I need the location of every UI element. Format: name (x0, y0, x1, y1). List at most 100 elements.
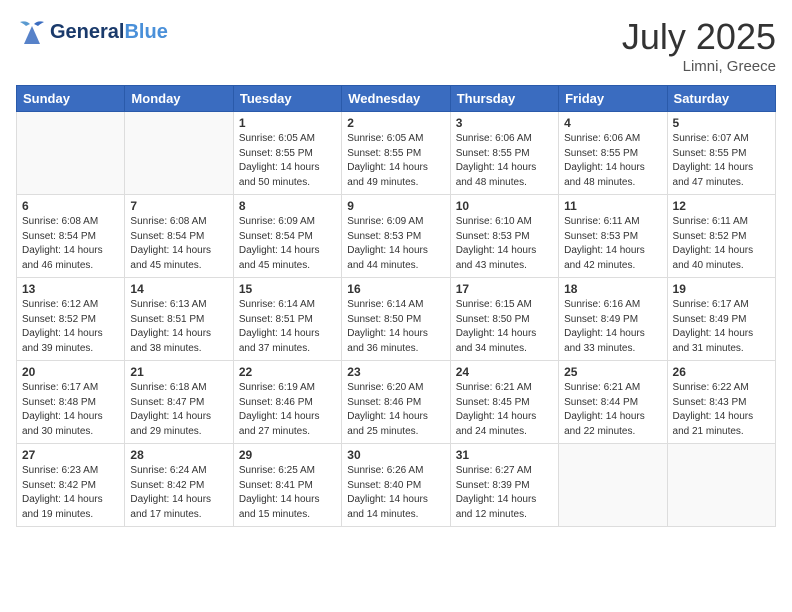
day-number: 20 (22, 365, 119, 379)
calendar-day-cell (667, 444, 775, 527)
day-number: 23 (347, 365, 444, 379)
day-number: 6 (22, 199, 119, 213)
day-number: 12 (673, 199, 770, 213)
day-of-week-header: Saturday (667, 86, 775, 112)
calendar-day-cell: 3 Sunrise: 6:06 AMSunset: 8:55 PMDaylight… (450, 112, 558, 195)
logo: General Blue (16, 16, 168, 48)
calendar-week-row: 6 Sunrise: 6:08 AMSunset: 8:54 PMDaylight… (17, 195, 776, 278)
calendar-day-cell: 22Sunrise: 6:19 AMSunset: 8:46 PMDayligh… (233, 361, 341, 444)
calendar-day-cell: 2Sunrise: 6:05 AMSunset: 8:55 PMDaylight… (342, 112, 450, 195)
day-number: 26 (673, 365, 770, 379)
day-number: 19 (673, 282, 770, 296)
day-number: 8 (239, 199, 336, 213)
day-info: Sunrise: 6:08 AMSunset: 8:54 PMDaylight:… (130, 215, 227, 273)
day-info: Sunrise: 6:20 AMSunset: 8:46 PMDaylight:… (347, 381, 444, 439)
calendar-day-cell: 20 Sunrise: 6:17 AMSunset: 8:48 PMDayligh… (17, 361, 125, 444)
day-of-week-header: Tuesday (233, 86, 341, 112)
day-number: 16 (347, 282, 444, 296)
day-info: Sunrise: 6:19 AMSunset: 8:46 PMDaylight:… (239, 381, 336, 439)
day-info: Sunrise: 6:24 AMSunset: 8:42 PMDaylight:… (130, 464, 227, 522)
day-info: Sunrise: 6:22 AMSunset: 8:43 PMDaylight:… (673, 381, 770, 439)
calendar-day-cell (125, 112, 233, 195)
day-number: 5 (673, 116, 770, 130)
calendar-table: SundayMondayTuesdayWednesdayThursdayFrid… (16, 85, 776, 527)
calendar-day-cell: 5 Sunrise: 6:07 AMSunset: 8:55 PMDaylight… (667, 112, 775, 195)
calendar-week-row: 20 Sunrise: 6:17 AMSunset: 8:48 PMDayligh… (17, 361, 776, 444)
month-year-title: July 2025 (622, 16, 776, 58)
day-info: Sunrise: 6:14 AMSunset: 8:50 PMDaylight:… (347, 298, 444, 356)
calendar-day-cell: 29 Sunrise: 6:25 AMSunset: 8:41 PMDayligh… (233, 444, 341, 527)
logo-general-text: General (50, 21, 124, 44)
day-info: Sunrise: 6:11 AMSunset: 8:52 PMDaylight:… (673, 215, 770, 273)
day-info: Sunrise: 6:26 AMSunset: 8:40 PMDaylight:… (347, 464, 444, 522)
day-number: 30 (347, 448, 444, 462)
calendar-day-cell: 14 Sunrise: 6:13 AMSunset: 8:51 PMDayligh… (125, 278, 233, 361)
day-info: Sunrise: 6:12 AMSunset: 8:52 PMDaylight:… (22, 298, 119, 356)
day-number: 4 (564, 116, 661, 130)
day-info: Sunrise: 6:14 AMSunset: 8:51 PMDaylight:… (239, 298, 336, 356)
day-info: Sunrise: 6:16 AMSunset: 8:49 PMDaylight:… (564, 298, 661, 356)
day-number: 10 (456, 199, 553, 213)
day-info: Sunrise: 6:21 AMSunset: 8:45 PMDaylight:… (456, 381, 553, 439)
day-info: Sunrise: 6:17 AMSunset: 8:48 PMDaylight:… (22, 381, 119, 439)
day-info: Sunrise: 6:25 AMSunset: 8:41 PMDaylight:… (239, 464, 336, 522)
day-info: Sunrise: 6:21 AMSunset: 8:44 PMDaylight:… (564, 381, 661, 439)
calendar-day-cell: 15Sunrise: 6:14 AMSunset: 8:51 PMDayligh… (233, 278, 341, 361)
calendar-day-cell: 7Sunrise: 6:08 AMSunset: 8:54 PMDaylight… (125, 195, 233, 278)
calendar-day-cell: 26 Sunrise: 6:22 AMSunset: 8:43 PMDayligh… (667, 361, 775, 444)
day-of-week-header: Thursday (450, 86, 558, 112)
day-number: 27 (22, 448, 119, 462)
day-number: 17 (456, 282, 553, 296)
calendar-day-cell: 30 Sunrise: 6:26 AMSunset: 8:40 PMDayligh… (342, 444, 450, 527)
calendar-day-cell (17, 112, 125, 195)
calendar-header-row: SundayMondayTuesdayWednesdayThursdayFrid… (17, 86, 776, 112)
calendar-week-row: 27 Sunrise: 6:23 AMSunset: 8:42 PMDayligh… (17, 444, 776, 527)
day-info: Sunrise: 6:13 AMSunset: 8:51 PMDaylight:… (130, 298, 227, 356)
calendar-day-cell: 13 Sunrise: 6:12 AMSunset: 8:52 PMDayligh… (17, 278, 125, 361)
day-number: 28 (130, 448, 227, 462)
calendar-day-cell: 8 Sunrise: 6:09 AMSunset: 8:54 PMDaylight… (233, 195, 341, 278)
day-info: Sunrise: 6:15 AMSunset: 8:50 PMDaylight:… (456, 298, 553, 356)
day-info: Sunrise: 6:18 AMSunset: 8:47 PMDaylight:… (130, 381, 227, 439)
calendar-day-cell: 23 Sunrise: 6:20 AMSunset: 8:46 PMDayligh… (342, 361, 450, 444)
day-number: 18 (564, 282, 661, 296)
day-info: Sunrise: 6:09 AMSunset: 8:54 PMDaylight:… (239, 215, 336, 273)
calendar-day-cell: 12 Sunrise: 6:11 AMSunset: 8:52 PMDayligh… (667, 195, 775, 278)
day-info: Sunrise: 6:27 AMSunset: 8:39 PMDaylight:… (456, 464, 553, 522)
day-info: Sunrise: 6:05 AMSunset: 8:55 PMDaylight:… (239, 132, 336, 190)
day-info: Sunrise: 6:10 AMSunset: 8:53 PMDaylight:… (456, 215, 553, 273)
calendar-day-cell: 16 Sunrise: 6:14 AMSunset: 8:50 PMDayligh… (342, 278, 450, 361)
calendar-day-cell: 18 Sunrise: 6:16 AMSunset: 8:49 PMDayligh… (559, 278, 667, 361)
calendar-day-cell: 27 Sunrise: 6:23 AMSunset: 8:42 PMDayligh… (17, 444, 125, 527)
calendar-day-cell: 6 Sunrise: 6:08 AMSunset: 8:54 PMDaylight… (17, 195, 125, 278)
logo-icon (16, 16, 48, 48)
calendar-day-cell: 19Sunrise: 6:17 AMSunset: 8:49 PMDayligh… (667, 278, 775, 361)
calendar-day-cell: 24 Sunrise: 6:21 AMSunset: 8:45 PMDayligh… (450, 361, 558, 444)
day-of-week-header: Friday (559, 86, 667, 112)
day-of-week-header: Monday (125, 86, 233, 112)
day-number: 2 (347, 116, 444, 130)
day-info: Sunrise: 6:08 AMSunset: 8:54 PMDaylight:… (22, 215, 119, 273)
day-of-week-header: Wednesday (342, 86, 450, 112)
day-number: 14 (130, 282, 227, 296)
calendar-day-cell: 28 Sunrise: 6:24 AMSunset: 8:42 PMDayligh… (125, 444, 233, 527)
day-info: Sunrise: 6:07 AMSunset: 8:55 PMDaylight:… (673, 132, 770, 190)
day-number: 1 (239, 116, 336, 130)
day-number: 13 (22, 282, 119, 296)
day-number: 3 (456, 116, 553, 130)
day-info: Sunrise: 6:23 AMSunset: 8:42 PMDaylight:… (22, 464, 119, 522)
day-of-week-header: Sunday (17, 86, 125, 112)
logo-blue-text: Blue (124, 21, 167, 44)
day-info: Sunrise: 6:06 AMSunset: 8:55 PMDaylight:… (456, 132, 553, 190)
day-info: Sunrise: 6:06 AMSunset: 8:55 PMDaylight:… (564, 132, 661, 190)
calendar-week-row: 1 Sunrise: 6:05 AMSunset: 8:55 PMDaylight… (17, 112, 776, 195)
day-number: 31 (456, 448, 553, 462)
calendar-day-cell: 25 Sunrise: 6:21 AMSunset: 8:44 PMDayligh… (559, 361, 667, 444)
day-number: 29 (239, 448, 336, 462)
day-number: 21 (130, 365, 227, 379)
day-number: 24 (456, 365, 553, 379)
calendar-day-cell: 31 Sunrise: 6:27 AMSunset: 8:39 PMDayligh… (450, 444, 558, 527)
day-info: Sunrise: 6:11 AMSunset: 8:53 PMDaylight:… (564, 215, 661, 273)
day-number: 25 (564, 365, 661, 379)
day-number: 11 (564, 199, 661, 213)
